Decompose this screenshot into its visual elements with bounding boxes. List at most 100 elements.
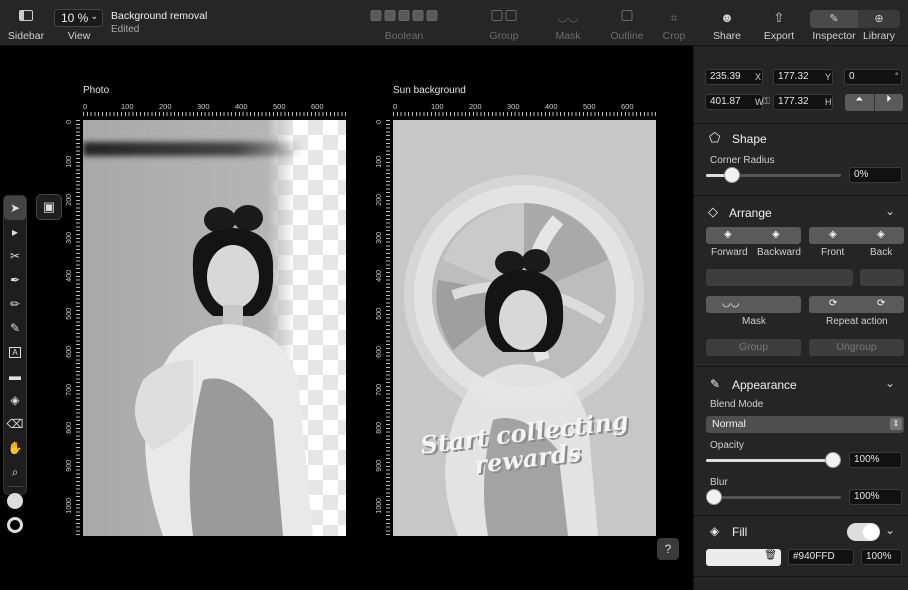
backward-button[interactable]: Backward — [757, 247, 801, 258]
ruler-tick-label: 500 — [66, 308, 73, 320]
appearance-title: Appearance — [732, 378, 797, 392]
fill-toggle[interactable] — [847, 523, 880, 541]
hand-tool[interactable]: ✋ — [4, 436, 26, 460]
repeat-action-buttons[interactable]: ⟳ ⟳ — [809, 296, 904, 313]
rotation-unit: ° — [895, 71, 899, 81]
mask-label: Mask — [555, 30, 581, 42]
ungroup-button[interactable]: Ungroup — [809, 339, 904, 356]
pen-tool[interactable]: ✒ — [4, 268, 26, 292]
divider — [694, 195, 908, 196]
direct-select-tool[interactable]: ▸ — [4, 220, 26, 244]
opacity-field[interactable]: 100% — [849, 452, 902, 468]
corner-radius-label: Corner Radius — [710, 155, 775, 166]
ruler-tick-label: 200 — [159, 102, 172, 111]
mask-buttons[interactable]: ◡◡ — [706, 296, 801, 313]
fill-swatch-icon — [7, 493, 23, 509]
hand-icon: ✋ — [7, 441, 23, 455]
inspector-button[interactable]: ✎ Inspector — [810, 0, 858, 46]
fill-opacity-field[interactable]: 100% — [861, 549, 902, 565]
direct-pointer-icon: ▸ — [11, 225, 19, 239]
artboard-photo[interactable] — [83, 120, 346, 536]
library-button[interactable]: ⊕ Library — [858, 0, 900, 46]
help-button[interactable]: ? — [657, 538, 679, 560]
align-buttons[interactable] — [706, 269, 853, 286]
blend-mode-select[interactable]: Normal ⇕ — [706, 416, 904, 433]
opacity-knob[interactable] — [825, 452, 841, 468]
stroke-color-swatch[interactable] — [4, 513, 26, 537]
chevron-down-icon[interactable]: ⌄ — [885, 204, 895, 218]
forward-button[interactable]: Forward — [711, 247, 748, 258]
y-field[interactable]: 177.32 — [773, 69, 833, 85]
share-icon: ☻ — [720, 10, 734, 25]
document-status: Edited — [111, 24, 140, 35]
ruler-tick-label: 600 — [311, 102, 324, 111]
trash-icon[interactable]: 🗑 — [764, 550, 777, 561]
lock-icon[interactable]: ⚿ — [763, 96, 770, 107]
repeat-icon-2: ⟳ — [877, 298, 886, 309]
plus-circle-icon: ⊕ — [874, 13, 884, 25]
flip-buttons: ⏶ ⏵ — [845, 94, 903, 111]
ruler-tick-label: 600 — [376, 346, 383, 358]
background-removal-tool-button[interactable]: ▣ — [36, 194, 62, 220]
rotation-field[interactable]: 0 — [844, 69, 902, 85]
blur-field[interactable]: 100% — [849, 489, 902, 505]
eraser-tool[interactable]: ⌫ — [4, 412, 26, 436]
rectangle-icon: ▬ — [9, 369, 21, 383]
ruler-tick-label: 800 — [66, 422, 73, 434]
ruler-tick-label: 300 — [197, 102, 210, 111]
artboard-sun-background[interactable]: Start collecting rewards — [393, 120, 656, 536]
view-label: View — [67, 30, 91, 42]
group-button[interactable]: Group — [480, 0, 528, 46]
divider — [694, 123, 908, 124]
ruler-tick-label: 500 — [583, 102, 596, 111]
zoom-tool[interactable]: ⌕ — [4, 460, 26, 484]
brush-icon: ✎ — [9, 321, 21, 335]
blur-slider[interactable] — [706, 496, 841, 499]
pencil-tool[interactable]: ✏ — [4, 292, 26, 316]
blur-knob[interactable] — [706, 489, 722, 505]
front-button[interactable]: Front — [821, 247, 844, 258]
height-field[interactable]: 177.32 — [773, 94, 833, 110]
select-tool[interactable]: ➤ — [4, 196, 26, 220]
corner-radius-field[interactable]: 0% — [849, 167, 902, 183]
boolean-button[interactable]: Boolean — [346, 0, 462, 46]
flip-vertical-icon[interactable]: ⏶ — [845, 94, 875, 111]
fill-tool[interactable]: ◈ — [4, 388, 26, 412]
ruler-tick-label: 600 — [621, 102, 634, 111]
canvas[interactable]: Photo Sun background 0 100 200 300 400 5… — [0, 46, 693, 590]
rectangle-tool[interactable]: ▬ — [4, 364, 26, 388]
artboard-title-photo[interactable]: Photo — [83, 85, 109, 96]
height-value: 177.32 — [778, 96, 809, 107]
x-value: 235.39 — [710, 71, 741, 82]
crop-button[interactable]: ⌗ Crop — [658, 0, 690, 46]
export-button[interactable]: ⇧ Export — [760, 0, 798, 46]
fill-color-swatch[interactable] — [4, 489, 26, 513]
scissors-tool[interactable]: ✂ — [4, 244, 26, 268]
opacity-slider[interactable] — [706, 459, 834, 462]
sidebar-button[interactable]: Sidebar — [6, 0, 46, 46]
view-button[interactable]: 10 % ⌄ View — [54, 0, 104, 46]
fill-color-well[interactable]: 🗑 — [706, 549, 781, 566]
zoom-select[interactable]: 10 % ⌄ — [54, 9, 103, 27]
text-icon: A — [9, 346, 21, 358]
text-tool[interactable]: A — [4, 340, 26, 364]
back-button[interactable]: Back — [870, 247, 892, 258]
divider — [694, 515, 908, 516]
shape-icon: ⬠ — [709, 130, 721, 145]
chevron-down-icon[interactable]: ⌄ — [885, 376, 895, 390]
backward-icon: ◈ — [772, 229, 780, 240]
ruler-tick-label: 400 — [545, 102, 558, 111]
brush-tool[interactable]: ✎ — [4, 316, 26, 340]
fill-hex-field[interactable]: #940FFD — [788, 549, 854, 565]
corner-radius-knob[interactable] — [724, 167, 740, 183]
share-button[interactable]: ☻ Share — [709, 0, 745, 46]
woman-photo — [135, 205, 313, 536]
group-button[interactable]: Group — [706, 339, 801, 356]
outline-button[interactable]: Outline — [607, 0, 647, 46]
artboard-title-sun-background[interactable]: Sun background — [393, 85, 466, 96]
scissors-icon: ✂ — [9, 249, 21, 263]
mask-button[interactable]: ◡◡ Mask — [545, 0, 591, 46]
flip-horizontal-icon[interactable]: ⏵ — [875, 94, 904, 111]
distribute-buttons[interactable] — [860, 269, 904, 286]
chevron-down-icon[interactable]: ⌄ — [885, 523, 895, 537]
